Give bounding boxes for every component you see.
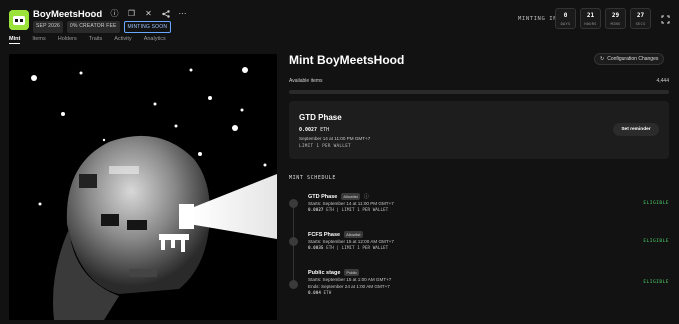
info-icon[interactable]: ⓘ xyxy=(364,193,369,200)
countdown-hours-unit: HOURS xyxy=(584,22,597,26)
stage-tag: Allowlist xyxy=(344,231,363,238)
countdown-days: 0 DAYS xyxy=(555,8,576,29)
stage-price: 0.0035 ETH | LIMIT 1 PER WALLET xyxy=(308,246,388,251)
countdown-mins-value: 29 xyxy=(611,12,620,19)
x-icon[interactable]: ✕ xyxy=(144,9,153,18)
creator-fee-badge: 0% CREATOR FEE xyxy=(67,21,120,33)
phase-price-value: 0.0027 xyxy=(299,127,318,133)
stage-name: Public stage Public xyxy=(308,269,360,276)
expand-icon[interactable] xyxy=(655,8,676,29)
copy-icon[interactable]: ❐ xyxy=(127,9,136,18)
configuration-changes-label: Configuration Changes xyxy=(607,56,659,62)
info-icon[interactable]: ⓘ xyxy=(110,9,119,18)
stage-name: GTD Phase Allowlist ⓘ xyxy=(308,193,369,200)
phase-date: September 14 at 11:00 PM GMT+7 xyxy=(299,136,371,141)
stage-dot xyxy=(289,280,298,289)
phase-price: 0.0027 ETH xyxy=(299,127,329,133)
stage-price-value: 0.0035 xyxy=(308,246,324,251)
available-items-value: 4,444 xyxy=(656,78,669,84)
countdown-secs: 27 SECS xyxy=(630,8,651,29)
configuration-changes-button[interactable]: ↻ Configuration Changes xyxy=(594,53,665,65)
stage-tag: Public xyxy=(344,269,360,276)
phase-limit: LIMIT 1 PER WALLET xyxy=(299,144,351,149)
stage-status: ELIGIBLE xyxy=(643,239,669,244)
current-phase-card: GTD Phase 0.0027 ETH September 14 at 11:… xyxy=(289,101,669,159)
stage-dot xyxy=(289,199,298,208)
stage-name: FCFS Phase Allowlist xyxy=(308,231,363,238)
stage-start: Starts: September 15 at 12:00 AM GMT+7 xyxy=(308,239,394,244)
stage-end: Ends: September 24 at 1:00 AM GMT+7 xyxy=(308,284,390,289)
available-items-label: Available items xyxy=(289,78,323,84)
countdown-mins-unit: MINS xyxy=(610,22,621,26)
stage-start: Starts: September 14 at 11:00 PM GMT+7 xyxy=(308,201,394,206)
history-icon: ↻ xyxy=(600,56,605,62)
countdown-hours: 21 HOURS xyxy=(580,8,601,29)
tab-holders[interactable]: Holders xyxy=(58,36,77,44)
share-icon[interactable] xyxy=(161,9,170,18)
stage-start: Starts: September 15 at 1:00 AM GMT+7 xyxy=(308,277,392,282)
stage-name-text: GTD Phase xyxy=(308,193,338,200)
stage-name-text: FCFS Phase xyxy=(308,231,341,238)
stage-tag: Allowlist xyxy=(341,193,360,200)
phase-title: GTD Phase xyxy=(299,113,342,122)
mint-schedule-label: MINT SCHEDULE xyxy=(289,175,336,181)
date-badge: SEP 2026 xyxy=(33,21,64,33)
set-reminder-button[interactable]: Set reminder xyxy=(613,123,659,136)
mint-progress-bar xyxy=(289,90,669,94)
collection-artwork xyxy=(9,54,277,320)
tab-mint[interactable]: Mint xyxy=(9,36,21,44)
stage-status: ELIGIBLE xyxy=(643,280,669,285)
stage-price: 0.0027 ETH | LIMIT 1 PER WALLET xyxy=(308,208,388,213)
countdown-hours-value: 21 xyxy=(586,12,595,19)
stage-price: 0.004 ETH xyxy=(308,291,331,296)
countdown-timer: 0 DAYS 21 HOURS 29 MINS 27 SECS xyxy=(555,8,676,29)
mint-title: Mint BoyMeetsHood xyxy=(289,53,405,67)
star-icon[interactable]: ☆ xyxy=(89,9,97,20)
stage-price-rest: ETH | LIMIT 1 PER WALLET xyxy=(326,208,389,213)
countdown-secs-unit: SECS xyxy=(635,22,646,26)
status-badge: MINTING SOON xyxy=(123,21,172,33)
tab-items[interactable]: Items xyxy=(32,36,45,44)
collection-logo[interactable] xyxy=(9,10,29,30)
stage-price-rest: ETH xyxy=(323,291,332,296)
countdown-secs-value: 27 xyxy=(636,12,645,19)
phase-price-unit: ETH xyxy=(320,127,330,133)
stage-price-rest: ETH | LIMIT 1 PER WALLET xyxy=(326,246,389,251)
tab-activity[interactable]: Activity xyxy=(114,36,131,44)
more-icon[interactable]: ⋯ xyxy=(178,9,187,18)
collection-tabs: Mint Items Holders Traits Activity Analy… xyxy=(9,36,166,44)
stage-price-value: 0.004 xyxy=(308,291,321,296)
tab-traits[interactable]: Traits xyxy=(89,36,103,44)
collection-header: BoyMeetsHood ☆ ⓘ ❐ ✕ ⋯ SEP 2026 0% CREAT… xyxy=(0,0,679,48)
stage-dot xyxy=(289,237,298,246)
countdown-days-unit: DAYS xyxy=(560,22,571,26)
countdown-days-value: 0 xyxy=(563,12,568,19)
stage-price-value: 0.0027 xyxy=(308,208,324,213)
countdown-mins: 29 MINS xyxy=(605,8,626,29)
minting-in-label: MINTING IN xyxy=(518,16,558,22)
stage-name-text: Public stage xyxy=(308,269,341,276)
stage-status: ELIGIBLE xyxy=(643,201,669,206)
tab-analytics[interactable]: Analytics xyxy=(144,36,166,44)
